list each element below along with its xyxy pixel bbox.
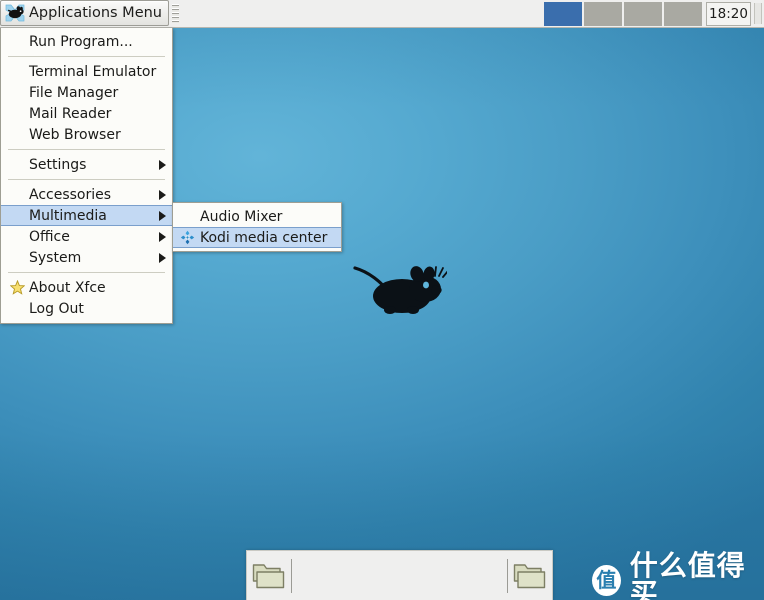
watermark-badge: 值 xyxy=(592,564,621,596)
menu-item-mail-reader[interactable]: Mail Reader xyxy=(1,103,172,124)
bottom-panel xyxy=(246,550,553,600)
menu-item-label: Multimedia xyxy=(29,207,107,224)
submenu-item-kodi-media-center[interactable]: Kodi media center xyxy=(173,227,341,248)
xfce-mouse-logo-icon xyxy=(4,3,26,23)
workspace-3[interactable] xyxy=(624,2,662,26)
submenu-item-label: Audio Mixer xyxy=(200,208,283,225)
applications-menu-button[interactable]: Applications Menu xyxy=(0,0,169,26)
submenu-item-label: Kodi media center xyxy=(200,229,328,246)
submenu-arrow-icon xyxy=(159,189,166,200)
menu-item-label: System xyxy=(29,249,82,266)
watermark-text: 什么值得买 xyxy=(629,549,746,600)
menu-item-label: File Manager xyxy=(29,84,119,101)
applications-menu-popup: Run Program... Terminal Emulator File Ma… xyxy=(0,28,173,324)
watermark: 值 什么值得买 xyxy=(592,552,764,600)
menu-item-multimedia[interactable]: Multimedia xyxy=(1,205,172,226)
xfce-mouse-logo-icon xyxy=(347,252,449,322)
menu-item-log-out[interactable]: Log Out xyxy=(1,298,172,319)
menu-item-settings[interactable]: Settings xyxy=(1,154,172,175)
menu-item-label: Office xyxy=(29,228,70,245)
menu-item-office[interactable]: Office xyxy=(1,226,172,247)
panel-end-handle-icon[interactable] xyxy=(754,3,762,24)
menu-item-label: Log Out xyxy=(29,300,84,317)
menu-item-label: Web Browser xyxy=(29,126,121,143)
top-panel: Applications Menu 18:20 xyxy=(0,0,764,28)
menu-item-web-browser[interactable]: Web Browser xyxy=(1,124,172,145)
menu-item-label: Run Program... xyxy=(29,33,133,50)
menu-separator xyxy=(8,272,165,273)
menu-item-label: Settings xyxy=(29,156,87,173)
star-icon xyxy=(8,280,26,295)
dock-separator xyxy=(291,558,292,593)
menu-item-label: About Xfce xyxy=(29,279,106,296)
menu-item-about-xfce[interactable]: About Xfce xyxy=(1,277,172,298)
workspace-switcher[interactable] xyxy=(544,0,704,28)
menu-separator xyxy=(8,179,165,180)
screen: Applications Menu 18:20 Run Program... T… xyxy=(0,0,764,600)
submenu-arrow-icon xyxy=(159,231,166,242)
menu-separator xyxy=(8,56,165,57)
submenu-arrow-icon xyxy=(159,210,166,221)
applications-menu-label: Applications Menu xyxy=(29,4,162,21)
menu-item-system[interactable]: System xyxy=(1,247,172,268)
menu-separator xyxy=(8,149,165,150)
multimedia-submenu-popup: Audio Mixer Kodi media center xyxy=(172,202,342,252)
menu-item-label: Terminal Emulator xyxy=(29,63,157,80)
panel-handle-grip-icon[interactable] xyxy=(172,4,179,23)
workspace-2[interactable] xyxy=(584,2,622,26)
menu-item-label: Accessories xyxy=(29,186,112,203)
workspace-1[interactable] xyxy=(544,2,582,26)
panel-spacer xyxy=(179,0,544,27)
kodi-logo-icon xyxy=(178,230,197,245)
folder-launcher[interactable] xyxy=(508,554,552,598)
menu-item-accessories[interactable]: Accessories xyxy=(1,184,172,205)
file-manager-launcher[interactable] xyxy=(247,554,291,598)
menu-item-terminal-emulator[interactable]: Terminal Emulator xyxy=(1,61,172,82)
folder-icon xyxy=(252,561,286,591)
submenu-arrow-icon xyxy=(159,159,166,170)
menu-item-label: Mail Reader xyxy=(29,105,112,122)
submenu-arrow-icon xyxy=(159,252,166,263)
workspace-4[interactable] xyxy=(664,2,702,26)
panel-clock[interactable]: 18:20 xyxy=(706,2,751,26)
submenu-item-audio-mixer[interactable]: Audio Mixer xyxy=(173,206,341,227)
folder-icon xyxy=(513,561,547,591)
menu-item-file-manager[interactable]: File Manager xyxy=(1,82,172,103)
menu-item-run-program[interactable]: Run Program... xyxy=(1,31,172,52)
